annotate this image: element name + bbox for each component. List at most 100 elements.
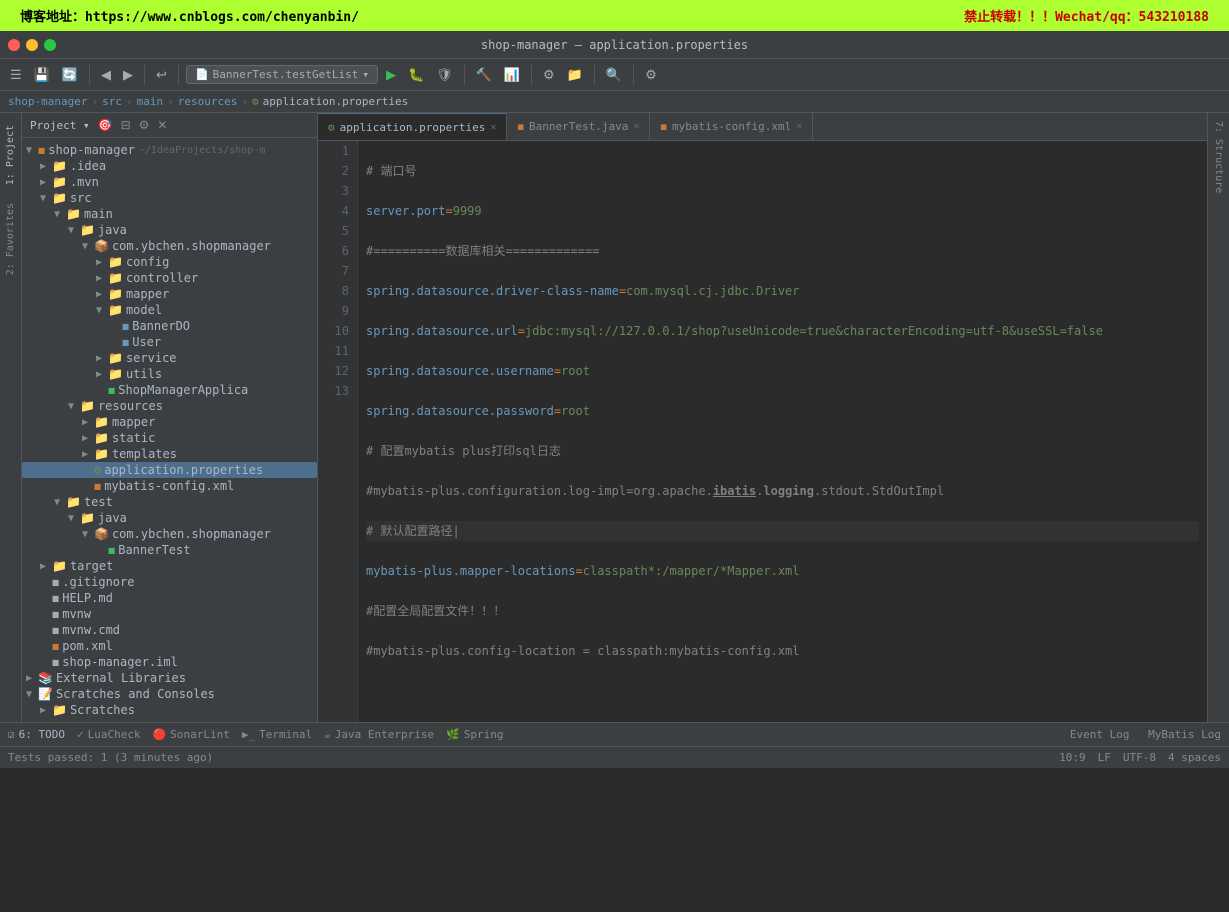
tree-item-bannertest[interactable]: ▶ ◼ BannerTest [22, 542, 317, 558]
sdk-manager-btn[interactable]: ⚙ [539, 65, 559, 85]
tree-item-controller[interactable]: ▶ 📁 controller [22, 270, 317, 286]
tree-item-resources-mapper[interactable]: ▶ 📁 mapper [22, 414, 317, 430]
tree-item-bannerdo[interactable]: ▶ ◼ BannerDO [22, 318, 317, 334]
tree-label: model [126, 303, 162, 317]
tab-mybatis-config[interactable]: ◼ mybatis-config.xml ✕ [650, 113, 813, 140]
tree-item-static[interactable]: ▶ 📁 static [22, 430, 317, 446]
tool-java-enterprise[interactable]: ☕ Java Enterprise [324, 728, 434, 741]
tree-item-shop-manager[interactable]: ▼ ◼ shop-manager ~/IdeaProjects/shop-m [22, 142, 317, 158]
tree-item-mvnw-cmd[interactable]: ▶ ◼ mvnw.cmd [22, 622, 317, 638]
tab-close-btn[interactable]: ✕ [633, 121, 639, 132]
status-position[interactable]: 10:9 [1059, 751, 1086, 764]
tab-structure[interactable]: 7: Structure [1211, 117, 1226, 197]
status-lf[interactable]: LF [1098, 751, 1111, 764]
tree-label: mapper [112, 415, 155, 429]
tree-item-java[interactable]: ▼ 📁 java [22, 222, 317, 238]
tab-favorites[interactable]: 2: Favorites [2, 195, 19, 283]
tree-item-config[interactable]: ▶ 📁 config [22, 254, 317, 270]
tool-spring[interactable]: 🌿 Spring [446, 728, 503, 741]
tool-todo[interactable]: ☑ 6: TODO [8, 728, 65, 741]
tree-label: mvnw.cmd [62, 623, 120, 637]
debug-button[interactable]: 🐛 [404, 65, 428, 85]
tool-terminal[interactable]: ▶_ Terminal [242, 728, 312, 741]
tree-item-target[interactable]: ▶ 📁 target [22, 558, 317, 574]
toolbar-forward-btn[interactable]: ▶ [119, 65, 137, 85]
tree-label: Scratches [70, 703, 135, 717]
tree-item-extlibs[interactable]: ▶ 📚 External Libraries [22, 670, 317, 686]
run-button[interactable]: ▶ [382, 65, 400, 85]
breadcrumb-item-1[interactable]: src [102, 95, 122, 108]
sidebar-collapse-btn[interactable]: ⊟ [119, 117, 133, 133]
code-line-7: spring.datasource.password=root [366, 401, 1199, 421]
tool-luacheck[interactable]: ✓ LuaCheck [77, 728, 141, 741]
maximize-button[interactable] [44, 39, 56, 51]
search-everywhere-btn[interactable]: 🔍 [602, 65, 626, 85]
tree-item-mapper[interactable]: ▶ 📁 mapper [22, 286, 317, 302]
tab-close-btn[interactable]: ✕ [490, 122, 496, 133]
tree-item-templates[interactable]: ▶ 📁 templates [22, 446, 317, 462]
tree-item-shopmanagerapp[interactable]: ▶ ◼ ShopManagerApplica [22, 382, 317, 398]
toolbar-back-btn[interactable]: ◀ [97, 65, 115, 85]
tree-item-main[interactable]: ▼ 📁 main [22, 206, 317, 222]
code-editor[interactable]: 12345 678910 111213 # 端口号 server.port=99… [318, 141, 1207, 722]
tree-item-helpmd[interactable]: ▶ ◼ HELP.md [22, 590, 317, 606]
tree-item-model[interactable]: ▼ 📁 model [22, 302, 317, 318]
tree-item-idea[interactable]: ▶ 📁 .idea [22, 158, 317, 174]
tree-item-iml[interactable]: ▶ ◼ shop-manager.iml [22, 654, 317, 670]
tab-close-btn[interactable]: ✕ [796, 121, 802, 132]
tab-bannertest[interactable]: ◼ BannerTest.java ✕ [507, 113, 650, 140]
settings-btn[interactable]: ⚙ [641, 65, 661, 85]
profile-button[interactable]: 📊 [500, 65, 524, 85]
toolbar-sync-btn[interactable]: 🔄 [58, 65, 82, 85]
close-button[interactable] [8, 39, 20, 51]
folder-icon: 📁 [80, 223, 95, 237]
tree-item-src[interactable]: ▼ 📁 src [22, 190, 317, 206]
arrow-icon: ▶ [82, 449, 92, 460]
tree-item-package[interactable]: ▼ 📦 com.ybchen.shopmanager [22, 238, 317, 254]
tree-item-user[interactable]: ▶ ◼ User [22, 334, 317, 350]
tab-project[interactable]: 1: Project [2, 117, 19, 193]
mybatis-log-link[interactable]: MyBatis Log [1148, 728, 1221, 741]
sidebar-locate-btn[interactable]: 🎯 [96, 117, 115, 133]
minimize-button[interactable] [26, 39, 38, 51]
folder-icon: 📁 [108, 271, 123, 285]
tree-item-utils[interactable]: ▶ 📁 utils [22, 366, 317, 382]
tree-item-resources[interactable]: ▼ 📁 resources [22, 398, 317, 414]
tree-item-test-java[interactable]: ▼ 📁 java [22, 510, 317, 526]
luacheck-icon: ✓ [77, 728, 84, 741]
sidebar-close-btn[interactable]: ✕ [155, 117, 169, 133]
tree-item-application-properties[interactable]: ▶ ⚙ application.properties [22, 462, 317, 478]
arrow-icon: ▼ [82, 241, 92, 252]
toolbar-menu-btn[interactable]: ☰ [6, 65, 26, 85]
tool-sonarlint[interactable]: 🔴 SonarLint [153, 728, 230, 741]
tree-item-test-package[interactable]: ▼ 📦 com.ybchen.shopmanager [22, 526, 317, 542]
tree-item-test[interactable]: ▼ 📁 test [22, 494, 317, 510]
project-structure-btn[interactable]: 📁 [563, 65, 587, 85]
tab-application-properties[interactable]: ⚙ application.properties ✕ [318, 113, 507, 140]
build-button[interactable]: 🔨 [472, 65, 496, 85]
tree-item-scratches[interactable]: ▶ 📁 Scratches [22, 702, 317, 718]
tree-label: target [70, 559, 113, 573]
tree-item-gitignore[interactable]: ▶ ◼ .gitignore [22, 574, 317, 590]
tree-label: User [132, 335, 161, 349]
toolbar-save-btn[interactable]: 💾 [30, 65, 54, 85]
breadcrumb-item-2[interactable]: main [137, 95, 164, 108]
status-indent[interactable]: 4 spaces [1168, 751, 1221, 764]
tree-item-scratches-consoles[interactable]: ▼ 📝 Scratches and Consoles [22, 686, 317, 702]
status-encoding[interactable]: UTF-8 [1123, 751, 1156, 764]
sidebar-settings-btn[interactable]: ⚙ [137, 117, 152, 133]
tree-content: ▼ ◼ shop-manager ~/IdeaProjects/shop-m ▶… [22, 138, 317, 722]
tree-item-mvn[interactable]: ▶ 📁 .mvn [22, 174, 317, 190]
run-config-selector[interactable]: 📄 BannerTest.testGetList ▾ [186, 65, 378, 84]
breadcrumb-item-0[interactable]: shop-manager [8, 95, 87, 108]
tree-item-pomxml[interactable]: ▶ ◼ pom.xml [22, 638, 317, 654]
coverage-button[interactable]: 🛡 [432, 65, 457, 85]
breadcrumb-item-3[interactable]: resources [178, 95, 238, 108]
event-log-link[interactable]: Event Log [1070, 728, 1130, 741]
code-content[interactable]: # 端口号 server.port=9999 #==========数据库相关=… [358, 141, 1207, 722]
tree-item-mybatis-config[interactable]: ▶ ◼ mybatis-config.xml [22, 478, 317, 494]
breadcrumb-item-file[interactable]: application.properties [263, 95, 409, 108]
tree-item-mvnw[interactable]: ▶ ◼ mvnw [22, 606, 317, 622]
toolbar-revert-btn[interactable]: ↩ [152, 65, 171, 85]
tree-item-service[interactable]: ▶ 📁 service [22, 350, 317, 366]
